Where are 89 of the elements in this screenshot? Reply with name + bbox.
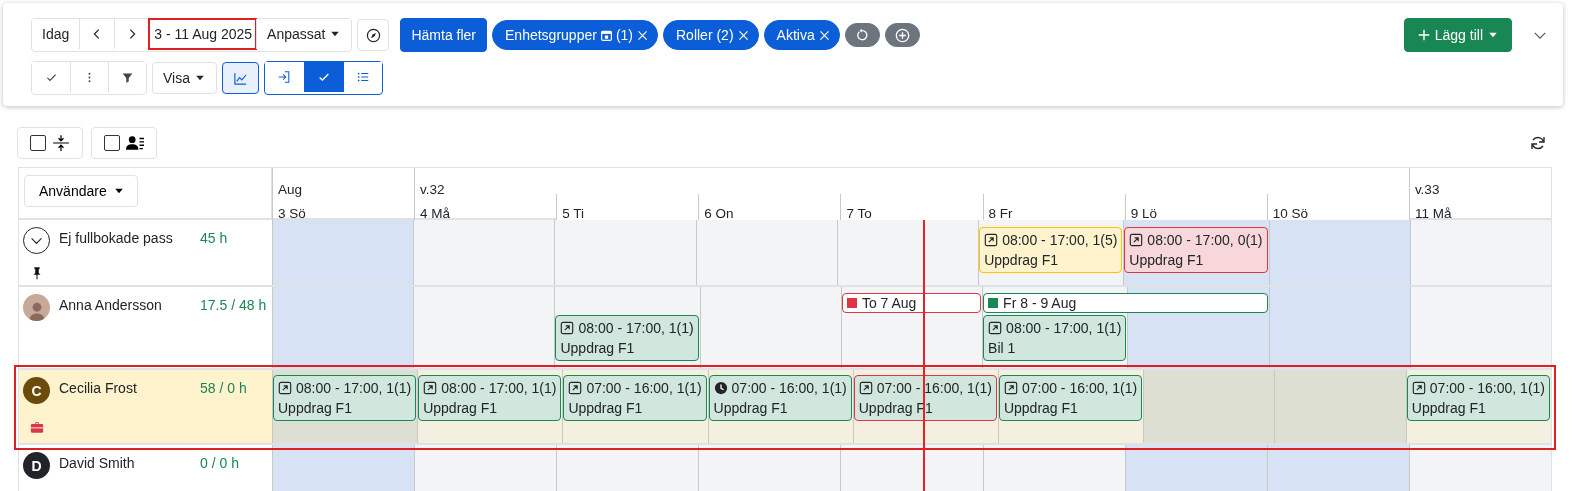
shift-task: Uppdrag F1 xyxy=(278,399,353,418)
shift-time: 08:00 - 17:00, 1(5) xyxy=(1002,231,1118,250)
user-name: David Smith xyxy=(59,454,136,473)
shift-task: Uppdrag F1 xyxy=(423,399,499,418)
show-dropdown[interactable]: Visa xyxy=(152,62,217,94)
chart-icon xyxy=(233,70,248,86)
day-label: 8 Fr xyxy=(988,205,1014,223)
avatar: C xyxy=(23,377,50,404)
user-list-icon xyxy=(126,134,144,152)
close-icon[interactable] xyxy=(736,28,750,42)
reset-button[interactable] xyxy=(844,23,880,47)
refresh-icon[interactable] xyxy=(1530,135,1546,151)
hours-label: 0 / 0 h xyxy=(200,454,240,473)
avatar: D xyxy=(23,452,50,479)
plus-icon xyxy=(1416,28,1431,42)
week-label: v.33 xyxy=(1414,181,1441,199)
shift-time: 07:00 - 16:00, 1(1) xyxy=(876,379,992,398)
shift-task: Uppdrag F1 xyxy=(984,251,1060,270)
shift-time: 07:00 - 16:00, 1(1) xyxy=(731,379,847,398)
shift-time: 08:00 - 17:00, 1(1) xyxy=(578,319,694,338)
day-label: 6 On xyxy=(704,205,735,223)
chart-toggle[interactable] xyxy=(222,62,259,94)
shift-task: Uppdrag F1 xyxy=(713,399,789,418)
absence-bar[interactable]: Fr 8 - 9 Aug xyxy=(983,293,1268,313)
shift-time: 07:00 - 16:00, 1(1) xyxy=(1021,379,1138,398)
shift-task: Uppdrag F1 xyxy=(560,339,636,358)
user-name: Cecilia Frost xyxy=(59,379,138,398)
close-icon[interactable] xyxy=(817,28,831,42)
option-toggle[interactable] xyxy=(17,127,83,159)
checkbox[interactable] xyxy=(30,135,46,151)
shift-time: 08:00 - 17:00, 0(1) xyxy=(1147,231,1263,250)
shift-time: 07:00 - 16:00, 1(1) xyxy=(586,379,702,398)
shift-card[interactable]: 08:00 - 17:00, 1(5) Uppdrag F1 xyxy=(979,227,1123,273)
shift-time: 08:00 - 17:00, 1(1) xyxy=(1006,319,1122,338)
add-filter-button[interactable] xyxy=(884,23,920,47)
week-label: v.32 xyxy=(420,181,446,199)
import-icon xyxy=(277,70,292,84)
calendar-icon xyxy=(599,28,613,42)
day-label: 11 Må xyxy=(1414,205,1453,223)
day-label: 7 To xyxy=(846,205,873,223)
absence-bar[interactable]: To 7 Aug xyxy=(841,293,982,313)
shift-time: 08:00 - 17:00, 1(1) xyxy=(441,379,557,398)
day-label: 9 Lö xyxy=(1130,205,1158,223)
day-label: 10 Sö xyxy=(1272,205,1310,223)
user-name: Anna Andersson xyxy=(59,296,163,315)
view-dropdown[interactable]: Anpassat xyxy=(256,19,352,49)
filter-button[interactable] xyxy=(108,62,146,92)
shift-time: 08:00 - 17:00, 1(1) xyxy=(296,379,412,398)
compass-icon xyxy=(365,27,381,43)
shift-task: Uppdrag F1 xyxy=(1411,399,1487,418)
day-label: 4 Må xyxy=(420,205,452,223)
shift-card[interactable]: 08:00 - 17:00, 1(1) Uppdrag F1 xyxy=(273,375,417,421)
user-name: Ej fullbokade pass xyxy=(59,229,174,248)
shift-card[interactable]: 07:00 - 16:00, 1(1) Uppdrag F1 xyxy=(563,375,707,421)
checkbox[interactable] xyxy=(104,135,120,151)
add-button[interactable]: Lägg till xyxy=(1403,18,1512,52)
filter-icon xyxy=(121,70,134,84)
list-icon xyxy=(356,70,370,84)
date-range-field[interactable]: 3 - 11 Aug 2025 xyxy=(149,19,257,49)
week-label: Aug xyxy=(278,181,304,199)
day-label: 3 Sö xyxy=(278,205,307,223)
view-mode-button[interactable] xyxy=(343,62,382,92)
filter-chip[interactable]: Enhetsgrupper (1) xyxy=(492,20,658,50)
shift-card[interactable]: 08:00 - 17:00, 1(1) Uppdrag F1 xyxy=(418,375,562,421)
fetch-more-button[interactable]: Hämta fler xyxy=(400,18,488,52)
hours-label: 45 h xyxy=(200,229,229,248)
hours-label: 58 / 0 h xyxy=(200,379,248,398)
navigate-button[interactable] xyxy=(357,19,390,51)
shift-card[interactable]: 07:00 - 16:00, 1(1) Uppdrag F1 xyxy=(1406,375,1550,421)
shift-card[interactable]: 07:00 - 16:00, 1(1) Uppdrag F1 xyxy=(708,375,852,421)
shift-card[interactable]: 08:00 - 17:00, 1(1) Uppdrag F1 xyxy=(555,315,699,361)
undo-icon xyxy=(855,28,870,42)
hours-label: 17.5 / 48 h xyxy=(200,296,268,315)
shift-card[interactable]: 08:00 - 17:00, 1(1) Bil 1 xyxy=(983,315,1127,361)
close-icon[interactable] xyxy=(636,28,649,42)
option-toggle[interactable] xyxy=(91,127,157,159)
shift-time: 07:00 - 16:00, 1(1) xyxy=(1429,379,1545,398)
shift-card[interactable]: 07:00 - 16:00, 1(1) Uppdrag F1 xyxy=(998,375,1143,421)
compress-icon xyxy=(52,134,70,152)
shift-task: Uppdrag F1 xyxy=(1129,251,1205,270)
filter-chip[interactable]: Aktiva xyxy=(763,20,840,50)
shift-card[interactable]: 08:00 - 17:00, 0(1) Uppdrag F1 xyxy=(1124,227,1268,273)
shift-task: Uppdrag F1 xyxy=(1003,399,1079,418)
filter-chip[interactable]: Roller (2) xyxy=(663,20,759,50)
plus-circle-icon xyxy=(894,27,910,43)
shift-task: Uppdrag F1 xyxy=(568,399,644,418)
day-label: 5 Ti xyxy=(562,205,585,223)
shift-task: Bil 1 xyxy=(988,339,1017,358)
users-dropdown[interactable]: Användare xyxy=(24,175,138,207)
